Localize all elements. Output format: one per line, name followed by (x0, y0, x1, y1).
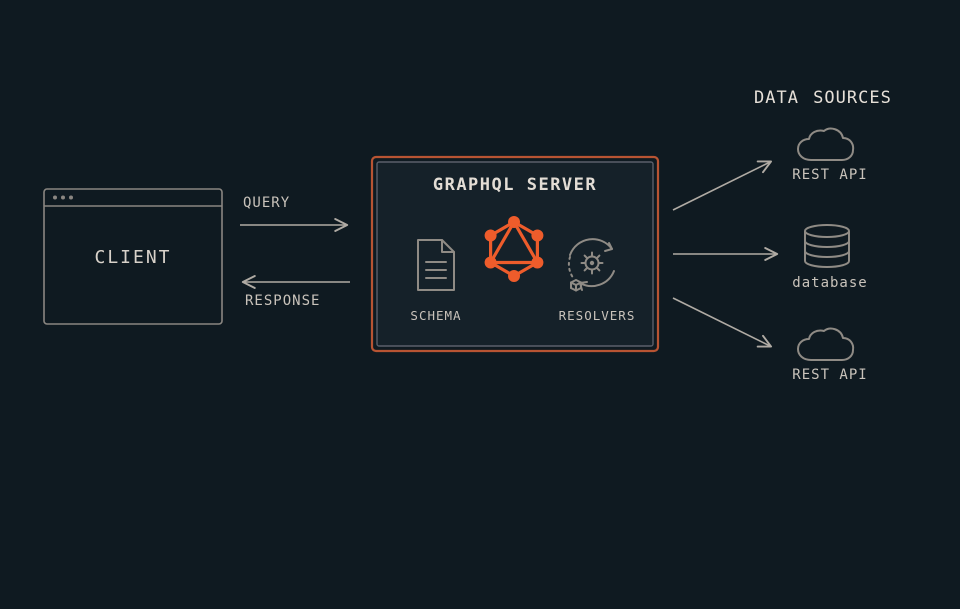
cloud-icon (0, 0, 960, 609)
rest-api-bottom-label: REST API (790, 367, 870, 383)
diagram-canvas: DATA SOURCES CLIENT QUERY RESPONSE GRAPH… (0, 0, 960, 609)
